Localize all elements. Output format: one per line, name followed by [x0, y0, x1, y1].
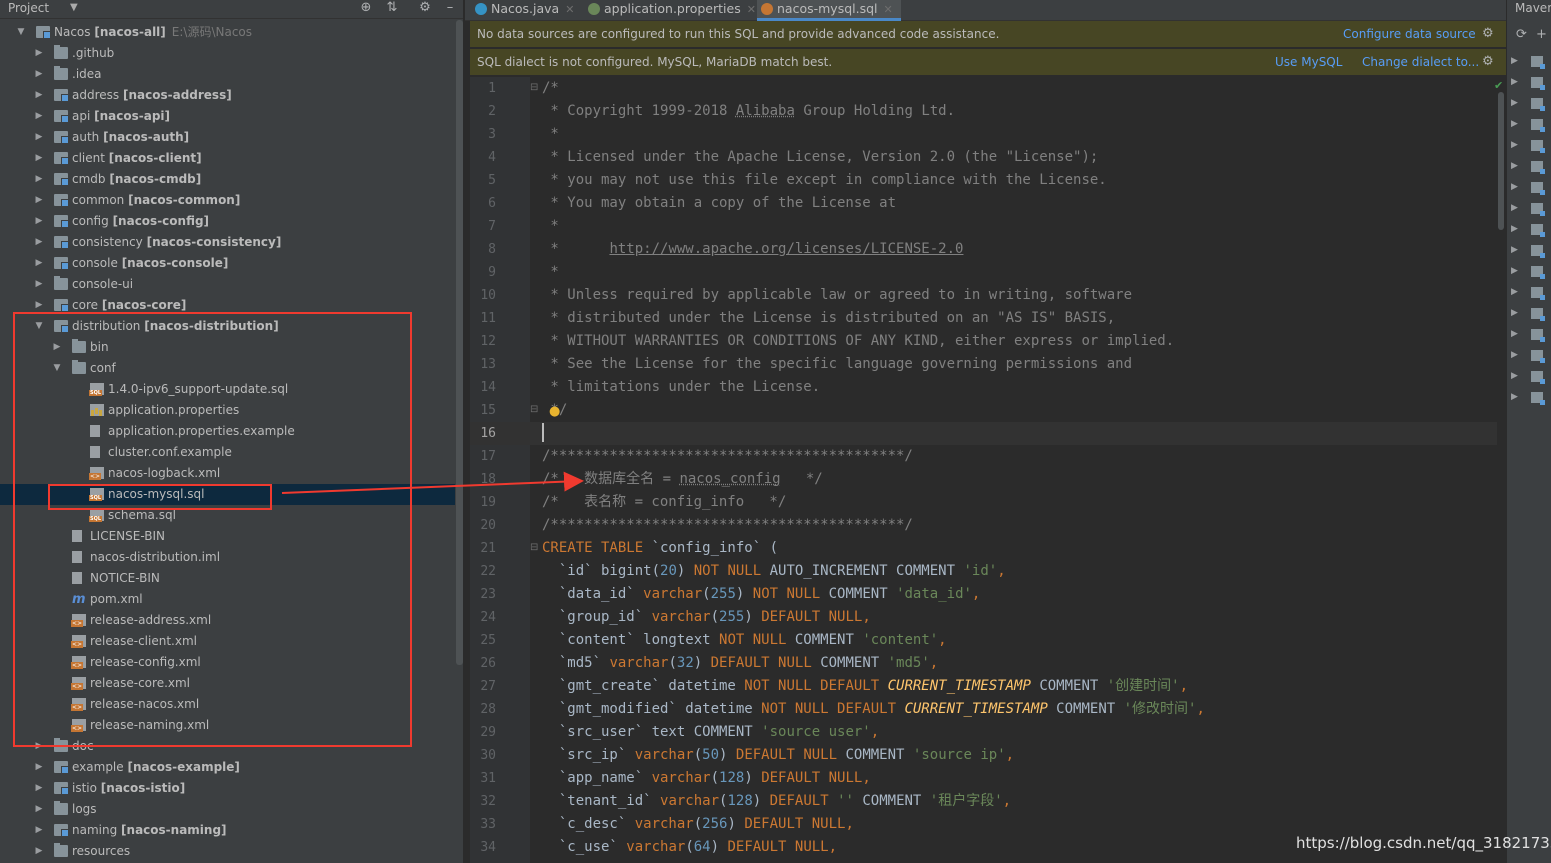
watermark: https://blog.csdn.net/qq_31821733: [1296, 834, 1551, 852]
annotation-arrow: [281, 471, 584, 494]
